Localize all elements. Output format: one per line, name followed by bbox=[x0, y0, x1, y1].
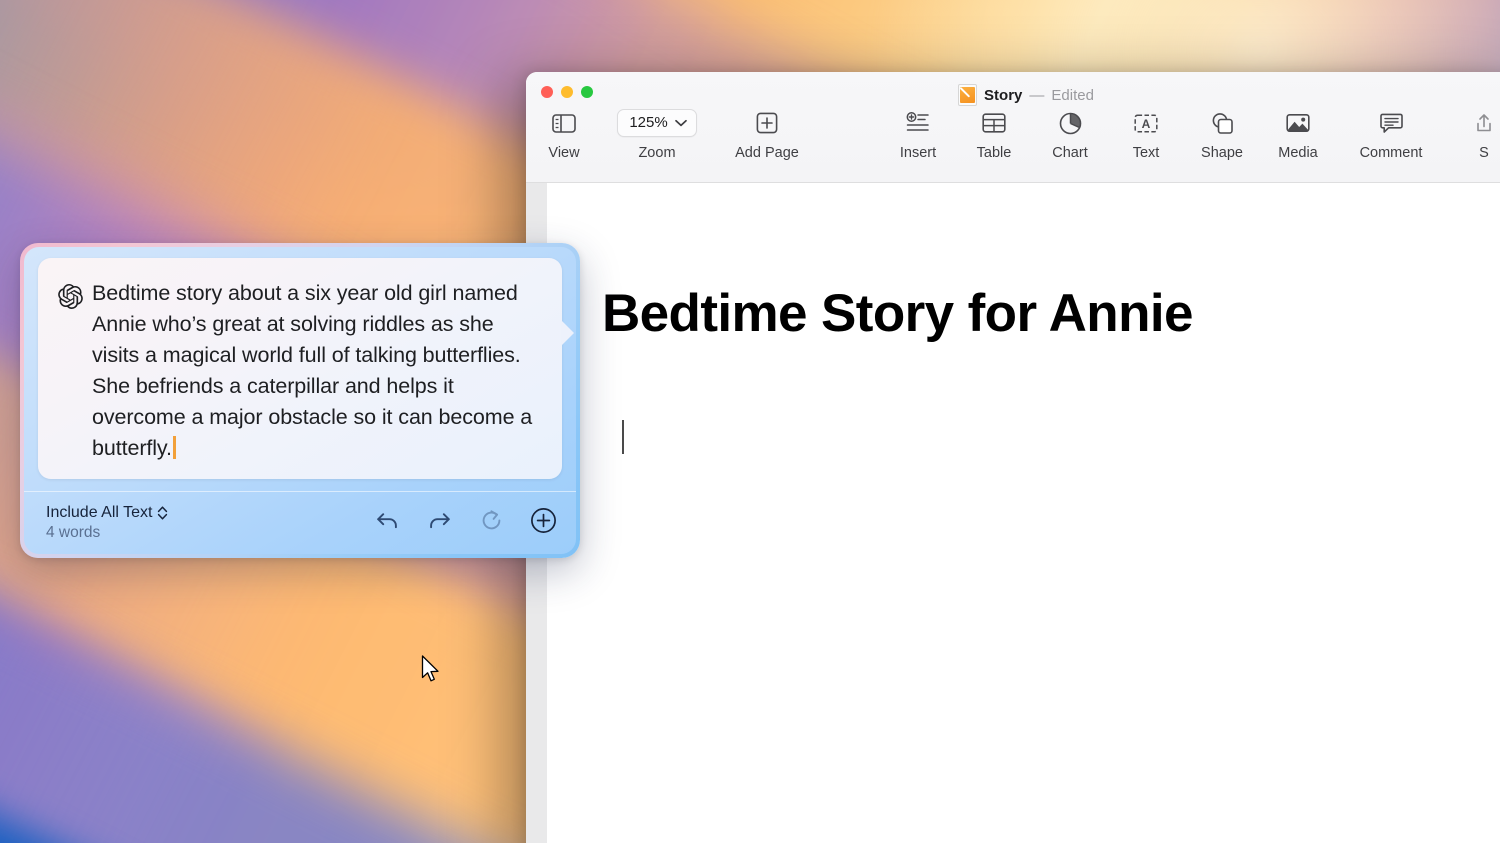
plus-circle-icon bbox=[530, 507, 557, 539]
toolbar-items: View 125% Zoom bbox=[526, 110, 1500, 161]
toolbar-label-share: S bbox=[1479, 145, 1489, 161]
toolbar-item-zoom[interactable]: 125% Zoom bbox=[602, 110, 712, 161]
close-button[interactable] bbox=[541, 86, 553, 98]
prompt-text-caret bbox=[173, 436, 176, 459]
toolbar-item-comment[interactable]: Comment bbox=[1336, 110, 1446, 161]
comment-bubble-icon bbox=[1380, 110, 1403, 136]
pages-document-icon bbox=[958, 84, 977, 106]
toolbar-label-table: Table bbox=[977, 145, 1012, 161]
toolbar-item-insert[interactable]: Insert bbox=[880, 110, 956, 161]
toolbar-item-chart[interactable]: Chart bbox=[1032, 110, 1108, 161]
footer-left-group: Include All Text 4 words bbox=[46, 504, 168, 542]
bubble-pointer-tail bbox=[561, 320, 574, 346]
ai-prompt-bubble[interactable]: Bedtime story about a six year old girl … bbox=[38, 258, 562, 479]
title-separator: — bbox=[1029, 87, 1044, 104]
toolbar-label-add-page: Add Page bbox=[735, 145, 799, 161]
insert-result-button[interactable] bbox=[528, 508, 558, 538]
pages-window: Story — Edited Vi bbox=[526, 72, 1500, 843]
toolbar-label-text: Text bbox=[1133, 145, 1160, 161]
table-grid-icon bbox=[982, 110, 1006, 136]
text-box-a-icon: A bbox=[1134, 110, 1158, 136]
toolbar-label-shape: Shape bbox=[1201, 145, 1243, 161]
regenerate-button[interactable] bbox=[476, 508, 506, 538]
include-text-select[interactable]: Include All Text bbox=[46, 504, 168, 522]
screen: Story — Edited Vi bbox=[0, 0, 1500, 843]
document-page[interactable]: Bedtime Story for Annie bbox=[547, 183, 1500, 843]
zoom-chip-wrap: 125% bbox=[617, 110, 696, 136]
undo-arrow-icon bbox=[375, 510, 400, 537]
redo-arrow-icon bbox=[427, 510, 452, 537]
footer-actions bbox=[372, 508, 558, 538]
toolbar-label-media: Media bbox=[1278, 145, 1318, 161]
openai-logo-icon bbox=[58, 284, 83, 464]
toolbar-item-media[interactable]: Media bbox=[1260, 110, 1336, 161]
text-insertion-caret bbox=[622, 420, 624, 454]
ai-panel-footer: Include All Text 4 words bbox=[24, 492, 576, 554]
toolbar-item-add-page[interactable]: Add Page bbox=[712, 110, 822, 161]
word-count-label: 4 words bbox=[46, 524, 168, 542]
document-heading[interactable]: Bedtime Story for Annie bbox=[602, 283, 1193, 344]
undo-button[interactable] bbox=[372, 508, 402, 538]
toolbar-item-shape[interactable]: Shape bbox=[1184, 110, 1260, 161]
sidebar-icon bbox=[552, 110, 576, 136]
toolbar-label-chart: Chart bbox=[1052, 145, 1087, 161]
plus-square-icon bbox=[756, 110, 778, 136]
minimize-button[interactable] bbox=[561, 86, 573, 98]
document-canvas[interactable]: Bedtime Story for Annie bbox=[526, 183, 1500, 843]
toolbar-label-zoom: Zoom bbox=[638, 145, 675, 161]
shapes-icon bbox=[1210, 110, 1234, 136]
ai-prompt-text-value: Bedtime story about a six year old girl … bbox=[92, 281, 532, 460]
traffic-lights bbox=[541, 86, 593, 98]
chevron-down-icon bbox=[675, 114, 687, 132]
insert-list-icon bbox=[906, 110, 930, 136]
ai-prompt-text-input[interactable]: Bedtime story about a six year old girl … bbox=[92, 278, 542, 464]
ai-panel-inner: Bedtime story about a six year old girl … bbox=[24, 247, 576, 554]
share-icon bbox=[1475, 110, 1493, 136]
window-toolbar: Story — Edited Vi bbox=[526, 72, 1500, 183]
document-edit-state: Edited bbox=[1051, 87, 1094, 104]
svg-text:A: A bbox=[1142, 117, 1151, 131]
toolbar-label-insert: Insert bbox=[900, 145, 936, 161]
toolbar-label-comment: Comment bbox=[1360, 145, 1423, 161]
document-name: Story bbox=[984, 87, 1022, 104]
ai-writing-tools-panel[interactable]: Bedtime story about a six year old girl … bbox=[20, 243, 580, 558]
window-title: Story — Edited bbox=[526, 84, 1500, 106]
stepper-chevrons-icon bbox=[157, 505, 168, 521]
include-text-label: Include All Text bbox=[46, 504, 152, 522]
zoom-level-value: 125% bbox=[629, 114, 667, 132]
toolbar-item-table[interactable]: Table bbox=[956, 110, 1032, 161]
image-icon bbox=[1286, 110, 1310, 136]
toolbar-item-text[interactable]: A Text bbox=[1108, 110, 1184, 161]
toolbar-label-view: View bbox=[548, 145, 579, 161]
pie-chart-icon bbox=[1059, 110, 1082, 136]
toolbar-item-view[interactable]: View bbox=[526, 110, 602, 161]
redo-button[interactable] bbox=[424, 508, 454, 538]
toolbar-item-share[interactable]: S bbox=[1446, 110, 1500, 161]
maximize-button[interactable] bbox=[581, 86, 593, 98]
zoom-level-select[interactable]: 125% bbox=[617, 109, 696, 137]
refresh-arrow-icon bbox=[480, 509, 503, 537]
